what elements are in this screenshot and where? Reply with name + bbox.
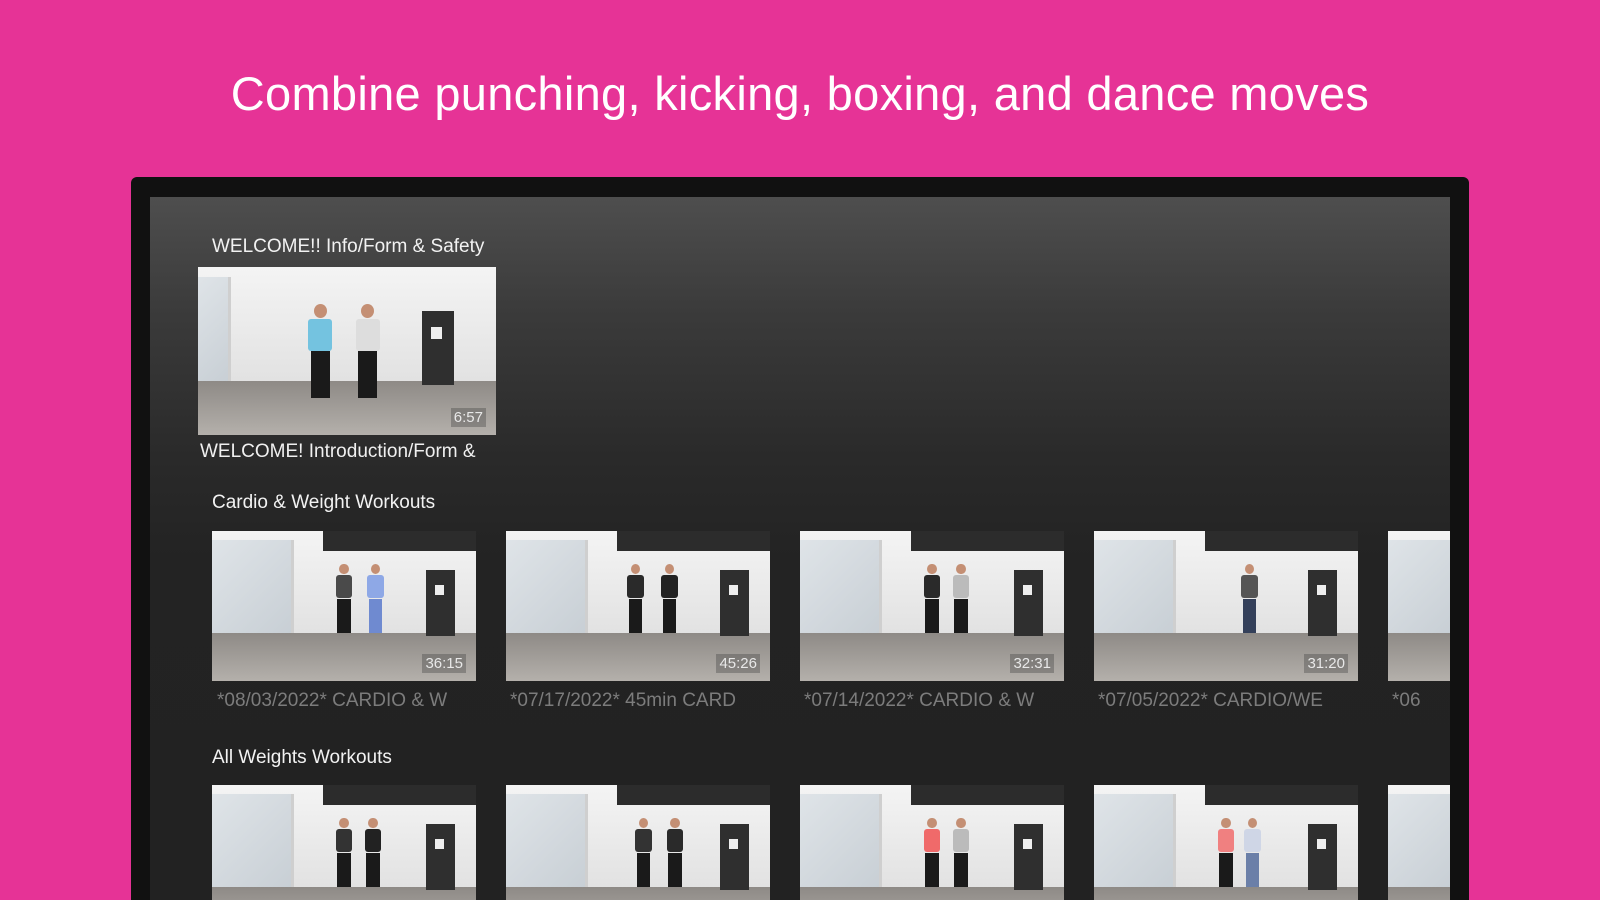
video-thumbnail[interactable]: 6:57 (198, 267, 496, 435)
section-title-all-weights: All Weights Workouts (212, 747, 392, 768)
video-duration: 32:31 (1010, 654, 1054, 673)
section-title-welcome: WELCOME!! Info/Form & Safety (212, 236, 485, 257)
video-thumbnail[interactable] (506, 785, 770, 900)
video-thumbnail[interactable] (800, 785, 1064, 900)
video-thumbnail[interactable]: 36:15 (212, 531, 476, 681)
video-duration: 36:15 (422, 654, 466, 673)
video-title[interactable]: *07/05/2022* CARDIO/WE (1098, 690, 1357, 712)
video-title[interactable]: WELCOME! Introduction/Form & (200, 441, 493, 463)
video-title[interactable]: *07/14/2022* CARDIO & W (804, 690, 1063, 712)
video-duration: 31:20 (1304, 654, 1348, 673)
tv-screen: WELCOME!! Info/Form & Safety 6:57 WELCOM… (150, 197, 1450, 900)
video-title[interactable]: *07/17/2022* 45min CARD (510, 690, 769, 712)
headline: Combine punching, kicking, boxing, and d… (230, 67, 1370, 120)
video-duration: 45:26 (716, 654, 760, 673)
video-duration: 6:57 (450, 408, 486, 427)
video-thumbnail[interactable]: 32:31 (800, 531, 1064, 681)
tv-frame: WELCOME!! Info/Form & Safety 6:57 WELCOM… (131, 177, 1469, 900)
video-thumbnail[interactable] (212, 785, 476, 900)
video-title[interactable]: *06 (1392, 690, 1450, 712)
video-thumbnail[interactable] (1388, 531, 1450, 681)
section-title-cardio-weight: Cardio & Weight Workouts (212, 492, 436, 513)
video-thumbnail[interactable] (1388, 785, 1450, 900)
video-thumbnail[interactable]: 45:26 (506, 531, 770, 681)
video-title[interactable]: *08/03/2022* CARDIO & W (217, 690, 476, 712)
video-thumbnail[interactable] (1094, 785, 1358, 900)
video-thumbnail[interactable]: 31:20 (1094, 531, 1358, 681)
